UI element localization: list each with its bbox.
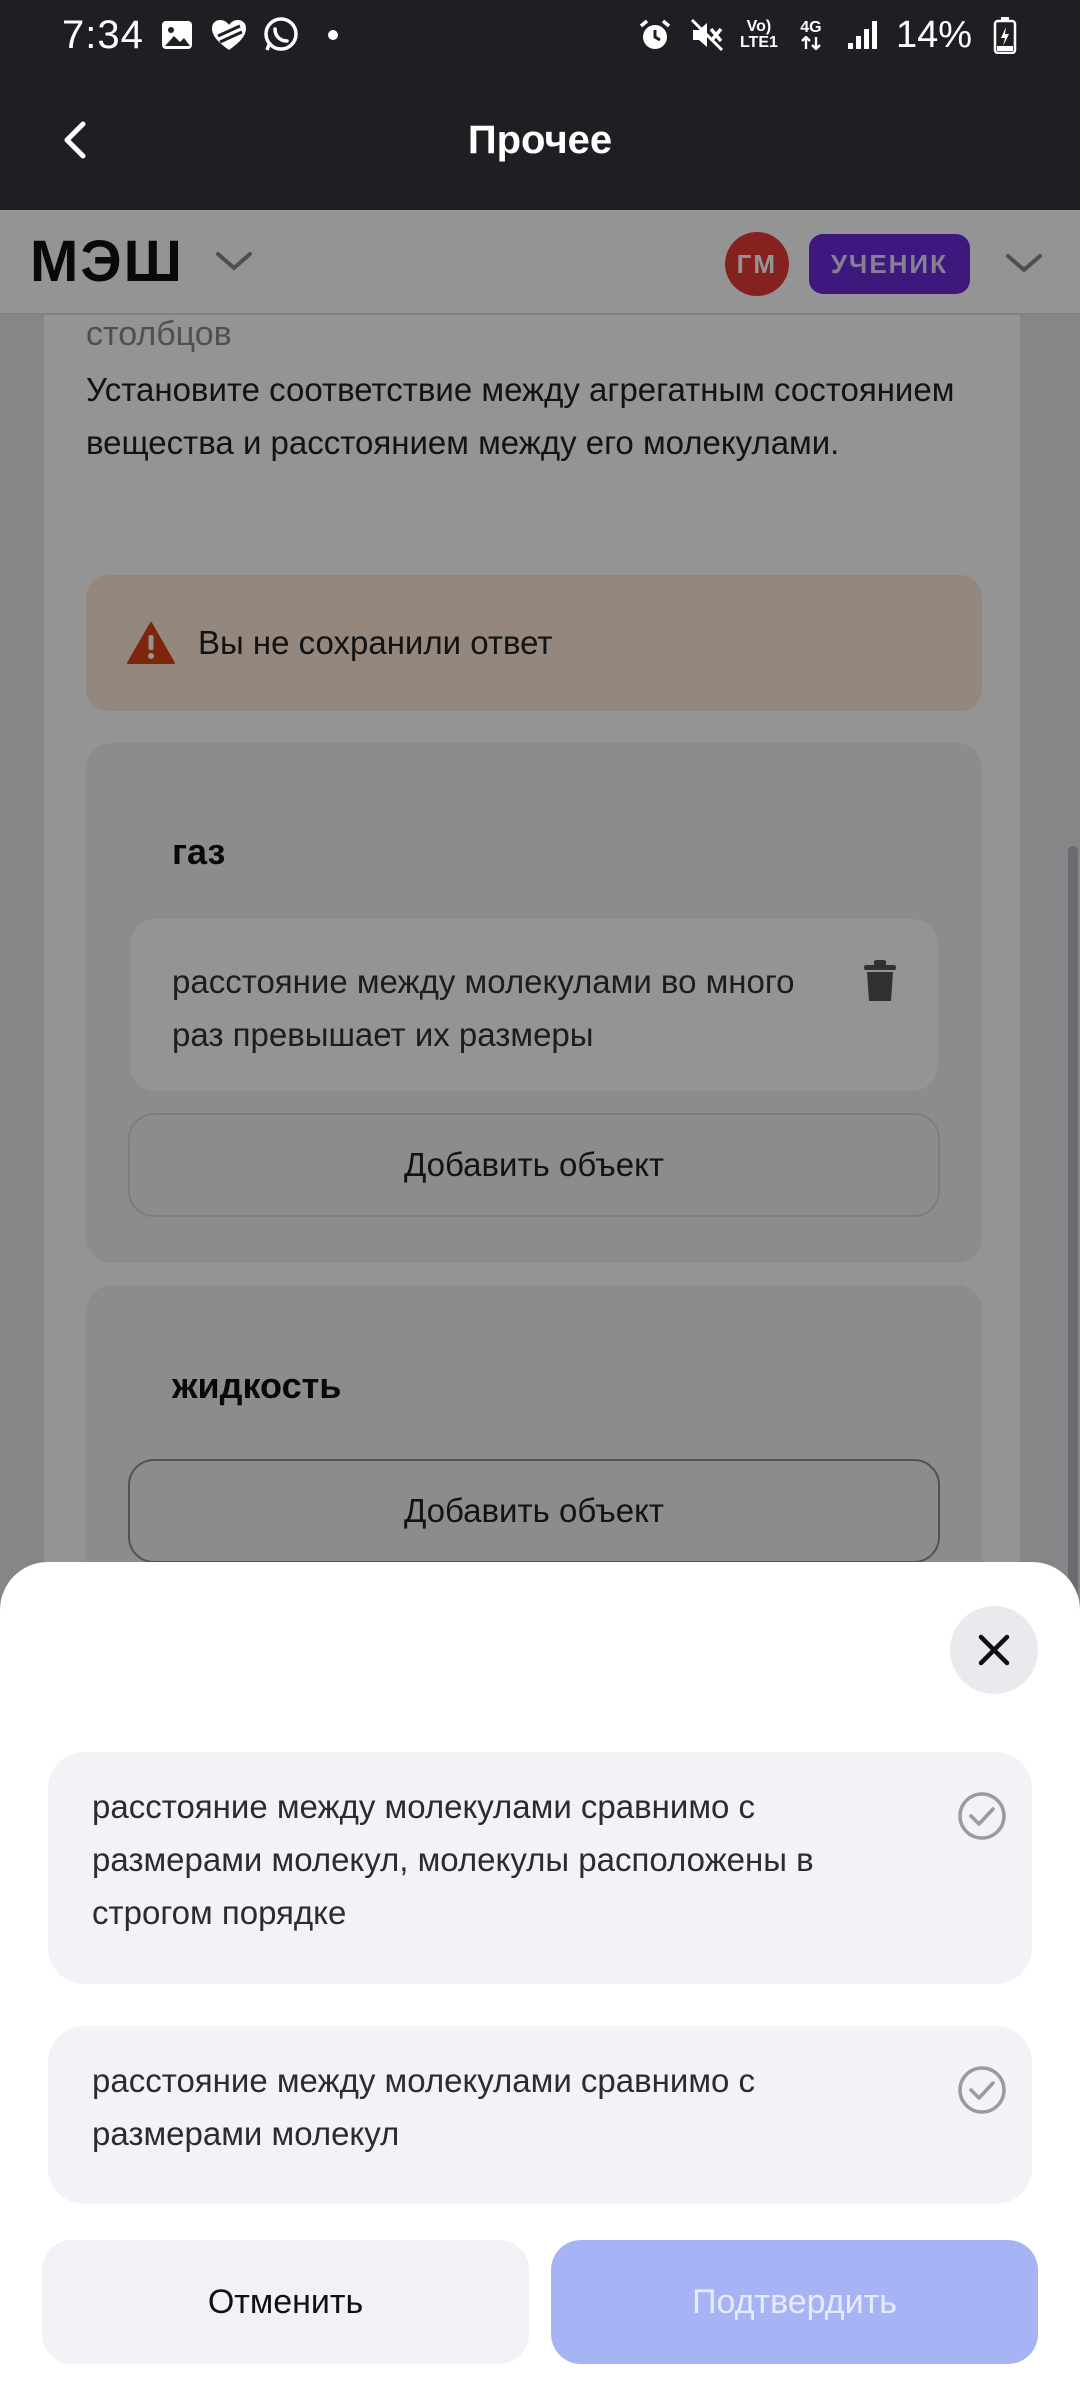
network-label: 4G	[800, 19, 822, 36]
status-bar: 7:34 Vo) LTE1 4G 14%	[0, 0, 1080, 70]
close-button[interactable]	[950, 1606, 1038, 1694]
app-title: Прочее	[467, 117, 613, 162]
battery-icon	[986, 16, 1024, 54]
screen: 7:34 Vo) LTE1 4G 14% Прочее МЭШ ГМ УЧЕНИ…	[0, 0, 1080, 2408]
status-right: Vo) LTE1 4G 14%	[636, 14, 1024, 57]
app-bar: Прочее	[0, 70, 1080, 210]
confirm-button[interactable]: Подтвердить	[551, 2240, 1038, 2364]
status-left: 7:34	[62, 13, 352, 58]
option-text: расстояние между молекулами сравнимо с р…	[92, 1788, 814, 1931]
heart-icon	[210, 16, 248, 54]
signal-icon	[844, 16, 882, 54]
check-circle-icon[interactable]	[956, 2064, 1008, 2116]
mute-icon	[688, 16, 726, 54]
image-icon	[158, 16, 196, 54]
alarm-icon	[636, 16, 674, 54]
cancel-button[interactable]: Отменить	[42, 2240, 529, 2364]
check-circle-icon[interactable]	[956, 1790, 1008, 1842]
sheet-actions: Отменить Подтвердить	[42, 2240, 1038, 2364]
bottom-sheet: расстояние между молекулами сравнимо с р…	[0, 1562, 1080, 2408]
whatsapp-icon	[262, 16, 300, 54]
network-4g-icon: 4G	[792, 16, 830, 54]
chevron-left-icon	[64, 121, 86, 159]
battery-percent: 14%	[895, 13, 972, 56]
option-item[interactable]: расстояние между молекулами сравнимо с р…	[48, 2026, 1032, 2204]
volte-icon: Vo) LTE1	[739, 18, 778, 51]
option-item[interactable]: расстояние между молекулами сравнимо с р…	[48, 1752, 1032, 1984]
back-button[interactable]	[40, 105, 110, 175]
option-text: расстояние между молекулами сравнимо с р…	[92, 2062, 756, 2152]
dot-icon	[314, 16, 352, 54]
status-time: 7:34	[62, 12, 144, 57]
close-icon	[978, 1634, 1010, 1666]
